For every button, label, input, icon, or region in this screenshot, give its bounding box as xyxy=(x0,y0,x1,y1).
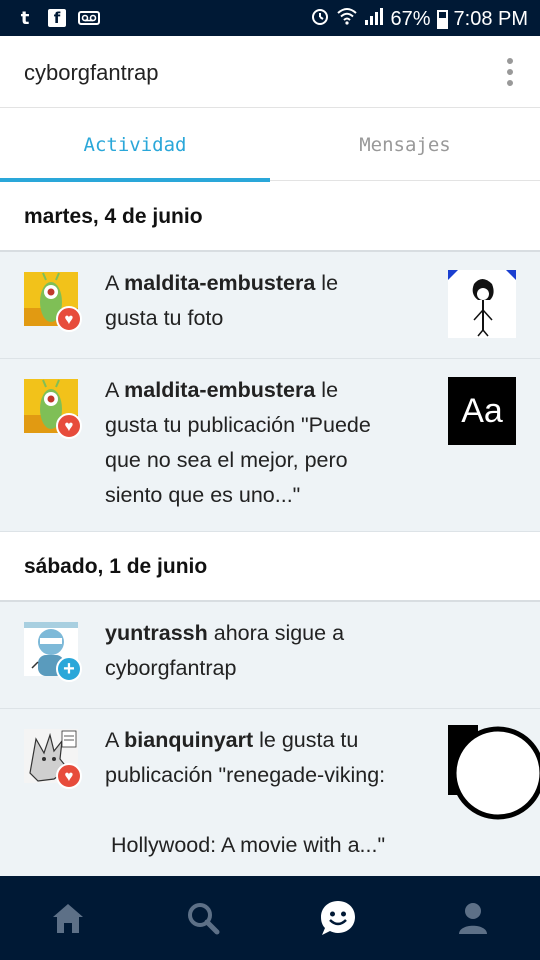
voicemail-icon xyxy=(78,7,100,29)
clock: 7:08 PM xyxy=(453,7,528,30)
wifi-icon xyxy=(336,6,358,32)
list-item[interactable]: ♥ A maldita-embustera le gusta tu foto xyxy=(0,252,540,359)
tab-actividad[interactable]: Actividad xyxy=(0,109,270,182)
search-icon[interactable] xyxy=(135,876,270,960)
battery-percent: 67% xyxy=(390,7,431,30)
activity-list[interactable]: martes, 4 de junio ♥ A maldita-embustera… xyxy=(0,182,540,876)
alarm-icon xyxy=(310,6,330,32)
heart-icon: ♥ xyxy=(56,306,82,332)
list-item[interactable]: ♥ A bianquinyart le gusta tu publicación… xyxy=(0,709,540,876)
app-header: cyborgfantrap xyxy=(0,36,540,108)
list-item[interactable]: + yuntrassh ahora sigue a cyborgfantrap xyxy=(0,602,540,709)
kebab-menu-icon[interactable] xyxy=(506,58,514,86)
heart-icon: ♥ xyxy=(56,763,82,789)
list-item[interactable]: ♥ A maldita-embustera le gusta tu public… xyxy=(0,359,540,532)
plus-icon: + xyxy=(56,656,82,682)
avatar[interactable]: ♥ xyxy=(24,272,82,332)
bottom-nav xyxy=(0,876,540,960)
date-header: martes, 4 de junio xyxy=(0,182,540,252)
username-link[interactable]: yuntrassh xyxy=(105,621,208,645)
account-icon[interactable] xyxy=(405,876,540,960)
notification-text: A maldita-embustera le gusta tu publicac… xyxy=(105,378,371,507)
username-link[interactable]: maldita-embustera xyxy=(124,271,315,295)
facebook-icon: f xyxy=(46,7,68,29)
circle-thumbnail[interactable] xyxy=(448,725,540,825)
notification-text: yuntrassh ahora sigue a cyborgfantrap xyxy=(105,621,345,680)
avatar[interactable]: ♥ xyxy=(24,379,82,439)
drawing-thumbnail[interactable] xyxy=(448,270,516,338)
notification-text: A maldita-embustera le gusta tu foto xyxy=(105,271,339,330)
battery-icon xyxy=(436,9,448,29)
activity-smiley-icon[interactable] xyxy=(270,876,405,960)
username-link[interactable]: maldita-embustera xyxy=(124,378,315,402)
signal-icon xyxy=(364,6,384,32)
tumblr-icon: t xyxy=(20,7,30,29)
home-icon[interactable] xyxy=(0,876,135,960)
date-header: sábado, 1 de junio xyxy=(0,532,540,602)
blog-name: cyborgfantrap xyxy=(24,60,159,85)
tab-mensajes[interactable]: Mensajes xyxy=(270,109,540,181)
username-link[interactable]: bianquinyart xyxy=(124,728,253,752)
tab-bar: Actividad Mensajes xyxy=(0,109,540,182)
avatar[interactable]: ♥ xyxy=(24,729,82,789)
heart-icon: ♥ xyxy=(56,413,82,439)
notification-text: A bianquinyart le gusta tu publicación "… xyxy=(105,728,386,857)
text-post-thumbnail[interactable]: Aa xyxy=(448,377,516,445)
avatar[interactable]: + xyxy=(24,622,82,682)
status-bar: t f 67% 7:08 PM xyxy=(0,0,540,36)
